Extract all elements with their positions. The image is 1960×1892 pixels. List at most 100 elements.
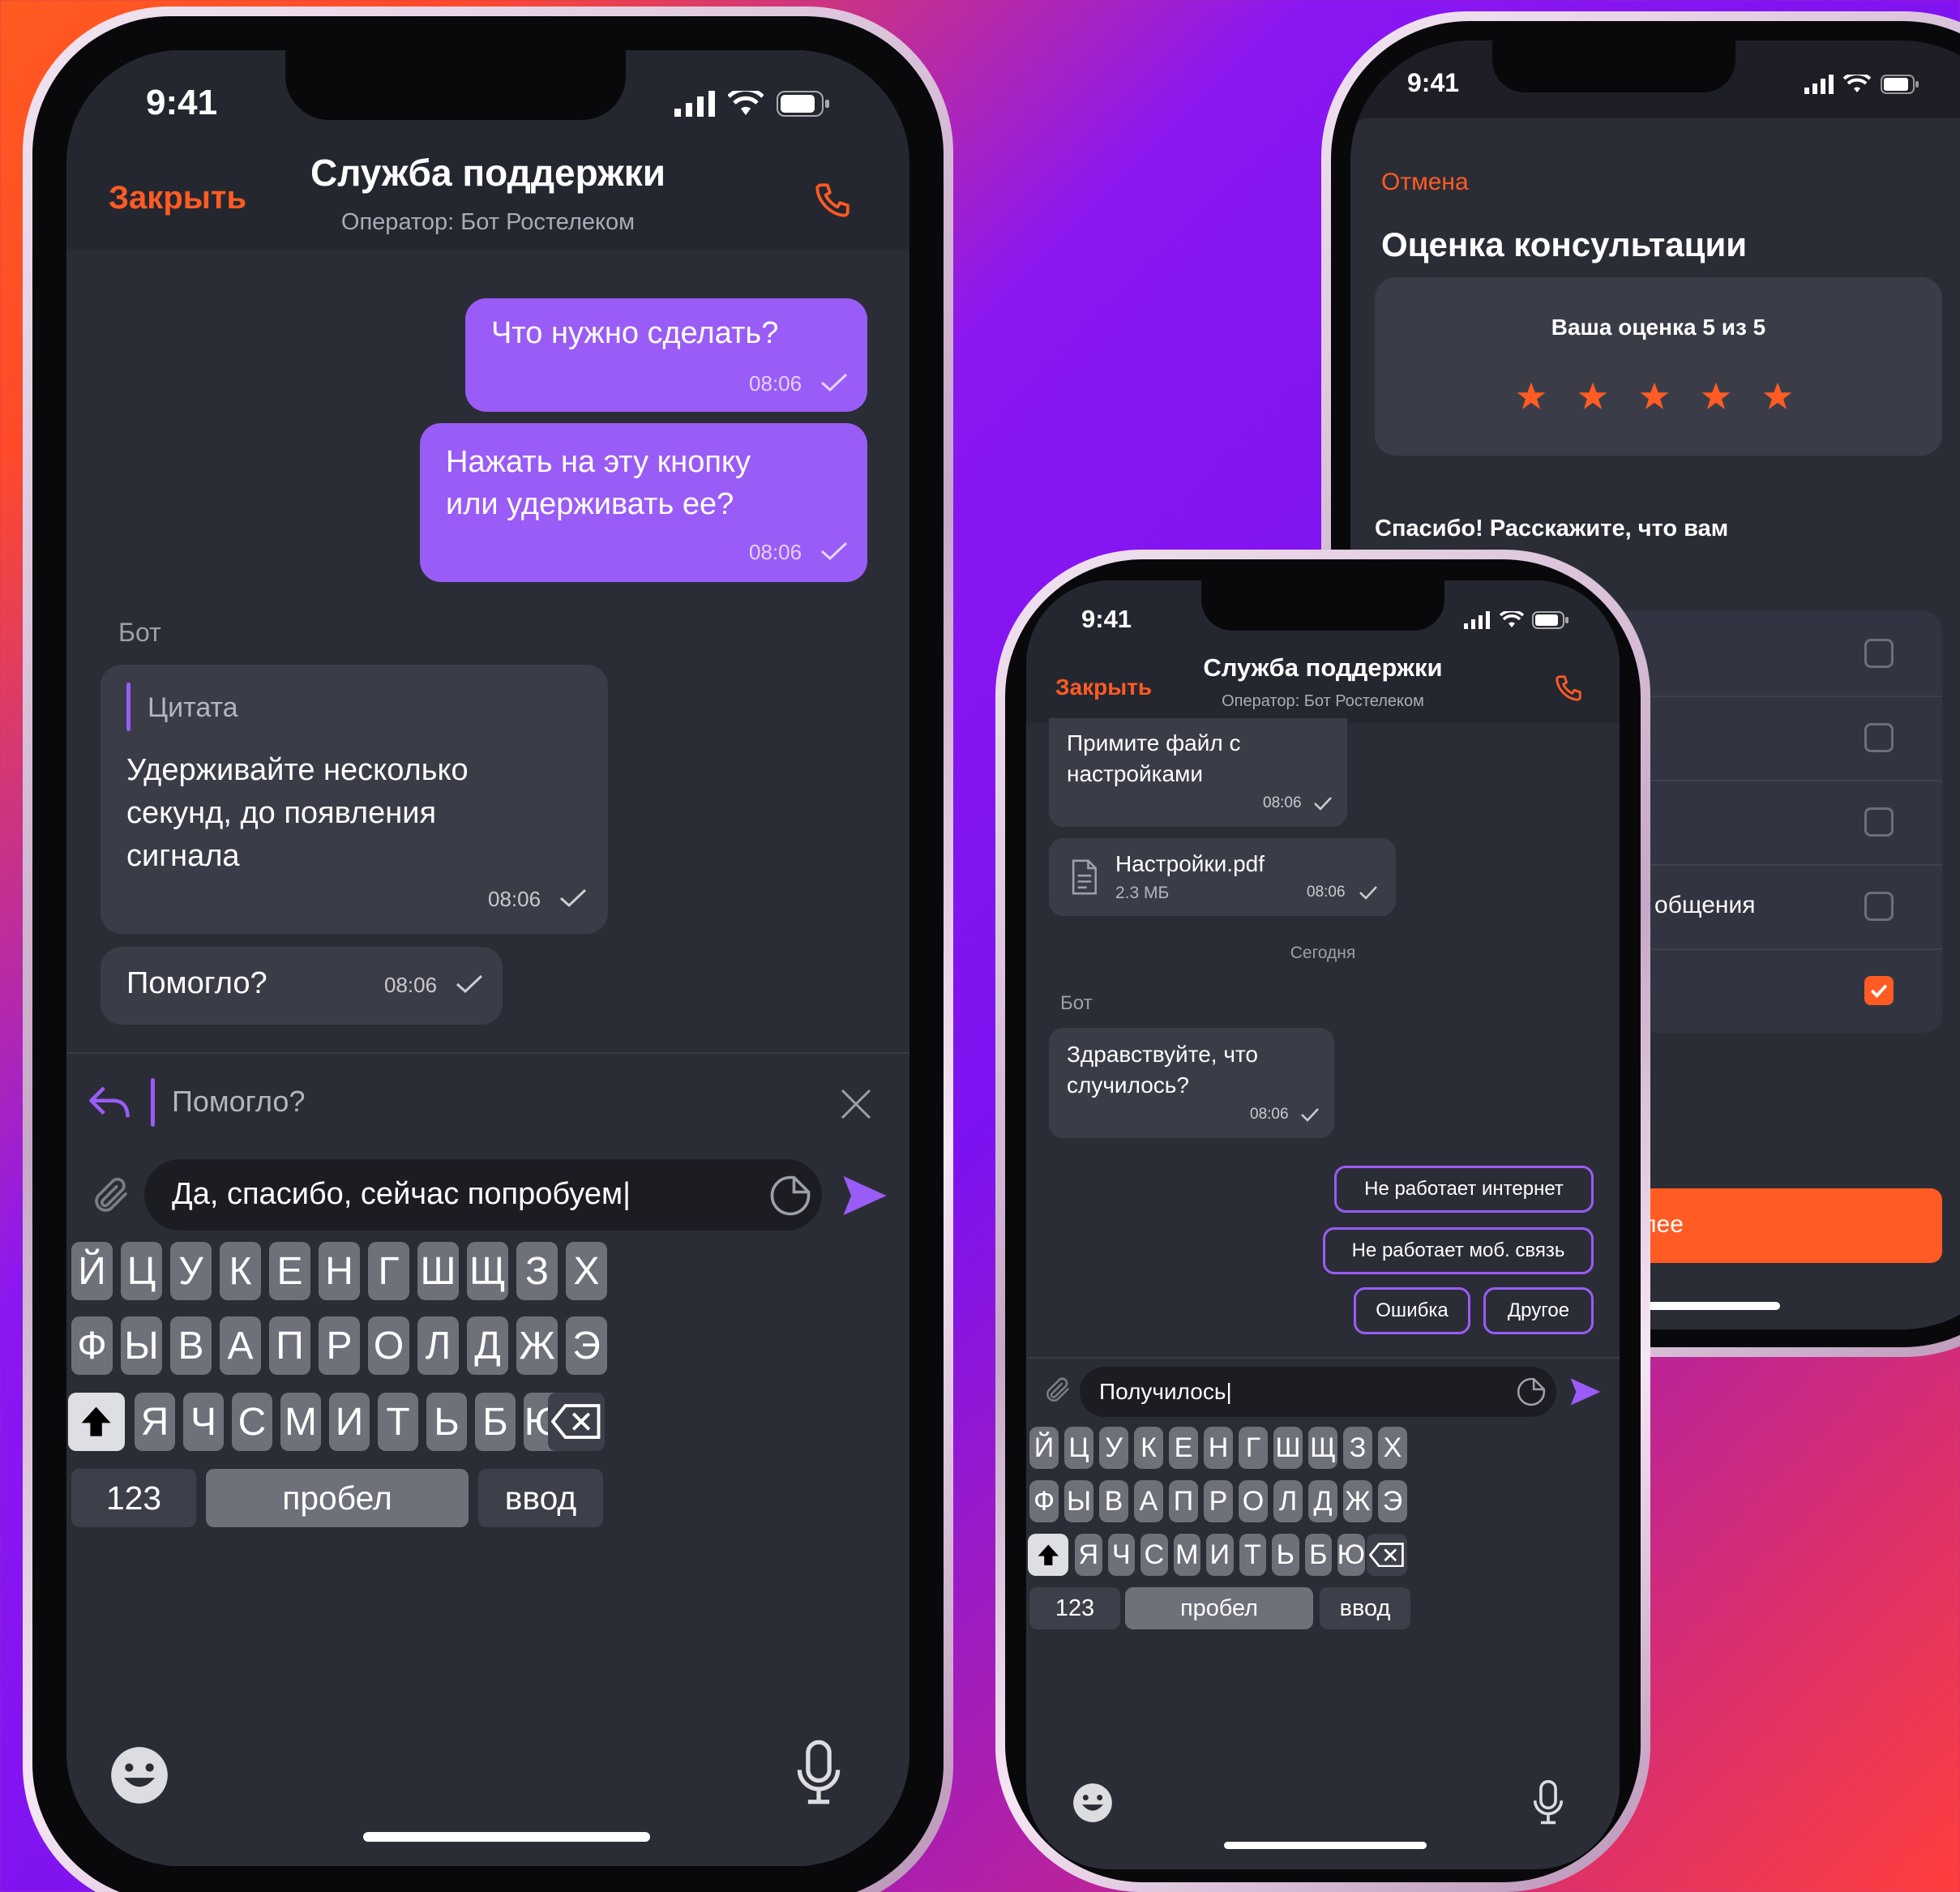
key[interactable]: Й [71,1242,113,1300]
key[interactable]: Ф [1029,1480,1059,1522]
key[interactable]: Ш [417,1242,459,1300]
quick-reply-button[interactable]: Другое [1483,1287,1594,1334]
space-key[interactable]: пробел [1125,1587,1313,1629]
attach-icon[interactable] [89,1174,133,1218]
key[interactable]: Ц [121,1242,162,1300]
star-icon[interactable] [1639,381,1670,412]
key[interactable]: А [1134,1480,1163,1522]
key[interactable]: Ф [71,1316,113,1375]
option-checkbox[interactable] [1864,807,1894,837]
key[interactable]: Е [269,1242,310,1300]
key[interactable]: Г [368,1242,409,1300]
emoji-icon[interactable] [1072,1782,1114,1824]
key[interactable]: И [329,1393,370,1451]
key[interactable]: Ж [516,1316,558,1375]
phone-call-icon[interactable] [812,180,853,220]
key[interactable]: Ы [121,1316,162,1375]
microphone-icon[interactable] [793,1738,845,1806]
numbers-key[interactable]: 123 [71,1469,196,1527]
quick-reply-button[interactable]: Не работает интернет [1334,1166,1594,1213]
key[interactable]: Ш [1273,1427,1303,1469]
key[interactable]: И [1206,1534,1234,1576]
key[interactable]: Ч [1107,1534,1135,1576]
key[interactable]: Й [1029,1427,1059,1469]
file-message[interactable]: Настройки.pdf 2.3 МБ 08:06 [1049,838,1396,916]
send-icon[interactable] [841,1174,888,1218]
key[interactable]: З [516,1242,558,1300]
key[interactable]: С [232,1393,272,1451]
quick-reply-button[interactable]: Не работает моб. связь [1323,1227,1594,1274]
key[interactable]: З [1343,1427,1372,1469]
key[interactable]: Ь [426,1393,467,1451]
key[interactable]: Н [319,1242,360,1300]
key[interactable]: Н [1204,1427,1233,1469]
shift-key[interactable] [1028,1534,1068,1576]
key[interactable]: Х [1378,1427,1407,1469]
key[interactable]: Г [1239,1427,1268,1469]
key[interactable]: Э [1378,1480,1407,1522]
sticker-icon[interactable] [1516,1376,1547,1407]
key[interactable]: Ч [183,1393,224,1451]
key[interactable]: Т [378,1393,418,1451]
key[interactable]: Ж [1343,1480,1372,1522]
quick-reply-button[interactable]: Ошибка [1354,1287,1470,1334]
key[interactable]: У [1099,1427,1128,1469]
key[interactable]: Щ [467,1242,508,1300]
key[interactable]: О [1239,1480,1268,1522]
key[interactable]: М [1173,1534,1200,1576]
close-icon[interactable] [840,1088,872,1120]
key[interactable]: Ы [1064,1480,1093,1522]
key[interactable]: Д [467,1316,508,1375]
send-icon[interactable] [1569,1376,1602,1407]
microphone-icon[interactable] [1530,1779,1566,1826]
message-input[interactable]: Получилось| [1080,1367,1556,1417]
emoji-icon[interactable] [109,1744,170,1806]
rating-stars[interactable] [1516,381,1793,412]
enter-key[interactable]: ввод [478,1469,603,1527]
option-checkbox[interactable] [1864,723,1894,752]
star-icon[interactable] [1762,381,1793,412]
backspace-key[interactable] [548,1393,605,1451]
key[interactable]: Щ [1308,1427,1337,1469]
key[interactable]: В [170,1316,212,1375]
star-icon[interactable] [1516,381,1547,412]
key[interactable]: Т [1239,1534,1266,1576]
numbers-key[interactable]: 123 [1029,1587,1120,1629]
space-key[interactable]: пробел [206,1469,469,1527]
key[interactable]: Р [1204,1480,1233,1522]
key[interactable]: Я [135,1393,175,1451]
key[interactable]: В [1099,1480,1128,1522]
key[interactable]: Ц [1064,1427,1093,1469]
key[interactable]: К [220,1242,261,1300]
enter-key[interactable]: ввод [1320,1587,1410,1629]
star-icon[interactable] [1701,381,1731,412]
message-input[interactable]: Да, спасибо, сейчас попробуем| [144,1159,822,1231]
key[interactable]: Д [1308,1480,1337,1522]
sticker-icon[interactable] [768,1174,812,1218]
key[interactable]: П [1169,1480,1198,1522]
key[interactable]: О [368,1316,409,1375]
option-checkbox[interactable] [1864,639,1894,668]
key[interactable]: Л [417,1316,459,1375]
option-checkbox[interactable] [1864,892,1894,921]
key[interactable]: Ю [1337,1534,1365,1576]
option-checkbox[interactable] [1864,976,1894,1005]
key[interactable]: С [1140,1534,1168,1576]
key[interactable]: Б [1304,1534,1332,1576]
key[interactable]: П [269,1316,310,1375]
star-icon[interactable] [1577,381,1608,412]
key[interactable]: У [170,1242,212,1300]
key[interactable]: Э [566,1316,607,1375]
key[interactable]: Я [1075,1534,1102,1576]
phone-call-icon[interactable] [1553,673,1584,704]
key[interactable]: Б [475,1393,516,1451]
attach-icon[interactable] [1042,1375,1073,1406]
shift-key[interactable] [68,1393,125,1451]
key[interactable]: К [1134,1427,1163,1469]
key[interactable]: Е [1169,1427,1198,1469]
backspace-key[interactable] [1367,1534,1407,1576]
key[interactable]: Ь [1272,1534,1299,1576]
key[interactable]: Р [319,1316,360,1375]
key[interactable]: Л [1273,1480,1303,1522]
key[interactable]: Х [566,1242,607,1300]
